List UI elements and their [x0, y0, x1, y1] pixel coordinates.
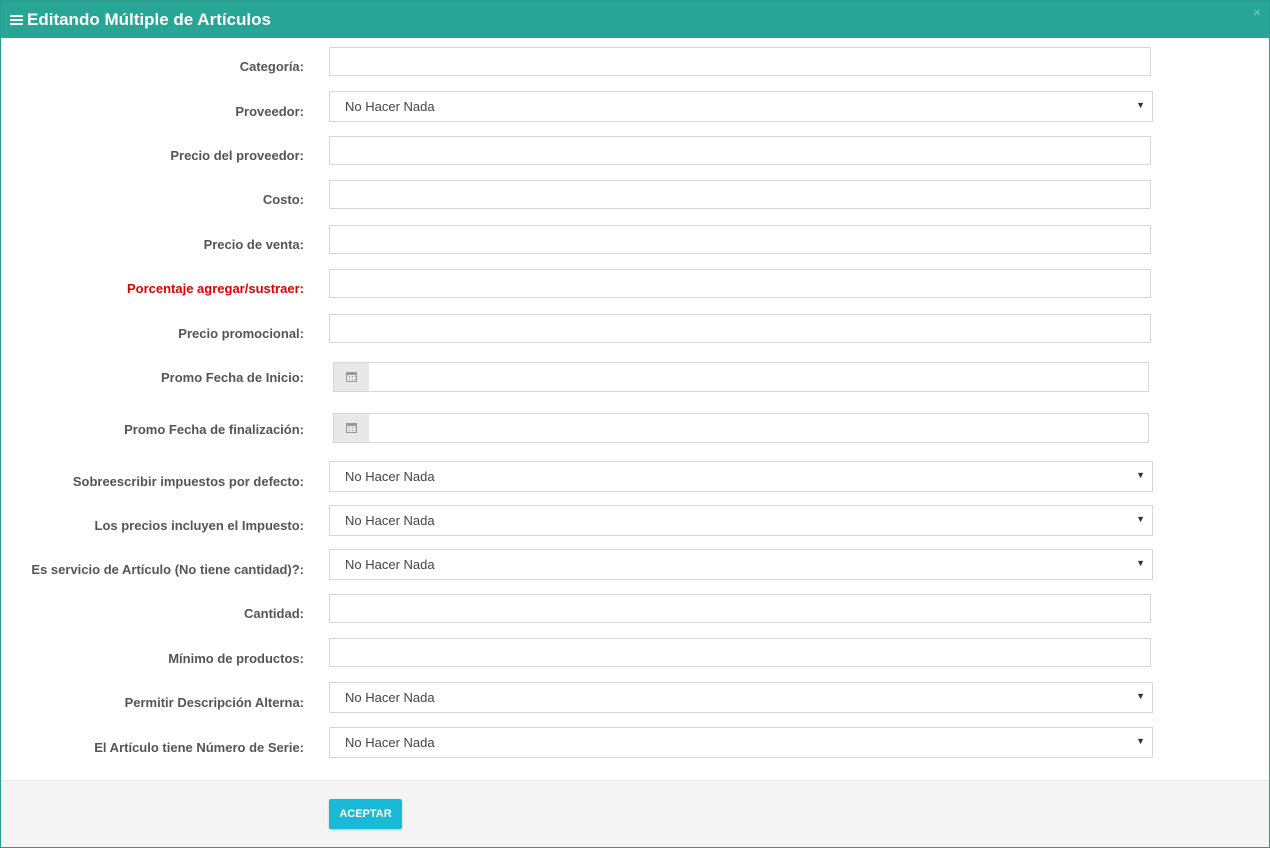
- categoria-label: Categoría:: [239, 59, 304, 74]
- precio-promocional-label: Precio promocional:: [178, 326, 304, 341]
- caret-down-icon: ▼: [1136, 100, 1145, 110]
- promo-fin-input[interactable]: [369, 414, 1148, 442]
- proveedor-select[interactable]: No Hacer Nada ▼: [329, 91, 1153, 122]
- caret-down-icon: ▼: [1136, 736, 1145, 746]
- modal-footer: ACEPTAR: [1, 780, 1269, 847]
- promo-inicio-calendar-button[interactable]: [334, 363, 369, 391]
- minimo-productos-input[interactable]: [329, 638, 1151, 667]
- precios-incluyen-impuesto-label: Los precios incluyen el Impuesto:: [94, 518, 305, 533]
- cantidad-label: Cantidad:: [244, 606, 304, 621]
- proveedor-label: Proveedor:: [235, 104, 304, 119]
- promo-fin-date-group: [333, 413, 1149, 443]
- costo-label: Costo:: [262, 192, 304, 207]
- precio-venta-input[interactable]: [329, 225, 1151, 254]
- promo-inicio-label: Promo Fecha de Inicio:: [160, 370, 304, 385]
- proveedor-select-value: No Hacer Nada: [345, 99, 435, 114]
- sobreescribir-impuestos-value: No Hacer Nada: [345, 469, 435, 484]
- edit-multiple-items-modal: Editando Múltiple de Artículos × Categor…: [0, 0, 1270, 848]
- sobreescribir-impuestos-label: Sobreescribir impuestos por defecto:: [72, 474, 304, 489]
- precios-incluyen-impuesto-value: No Hacer Nada: [345, 513, 435, 528]
- sobreescribir-impuestos-select[interactable]: No Hacer Nada ▼: [329, 461, 1153, 492]
- bars-icon: [10, 13, 23, 27]
- precio-proveedor-input[interactable]: [329, 136, 1151, 165]
- caret-down-icon: ▼: [1136, 470, 1145, 480]
- descripcion-alterna-label: Permitir Descripción Alterna:: [124, 695, 304, 710]
- caret-down-icon: ▼: [1136, 514, 1145, 524]
- promo-fin-label: Promo Fecha de finalización:: [124, 422, 304, 437]
- numero-serie-value: No Hacer Nada: [345, 735, 435, 750]
- es-servicio-label: Es servicio de Artículo (No tiene cantid…: [31, 562, 304, 577]
- precios-incluyen-impuesto-select[interactable]: No Hacer Nada ▼: [329, 505, 1153, 536]
- accept-button[interactable]: ACEPTAR: [329, 799, 402, 829]
- calendar-icon: [346, 423, 357, 433]
- categoria-input[interactable]: [329, 47, 1151, 76]
- precio-proveedor-label: Precio del proveedor:: [170, 148, 304, 163]
- descripcion-alterna-select[interactable]: No Hacer Nada ▼: [329, 682, 1153, 713]
- es-servicio-select[interactable]: No Hacer Nada ▼: [329, 549, 1153, 580]
- descripcion-alterna-value: No Hacer Nada: [345, 690, 435, 705]
- promo-inicio-date-group: [333, 362, 1149, 392]
- cantidad-input[interactable]: [329, 594, 1151, 623]
- porcentaje-label: Porcentaje agregar/sustraer:: [126, 281, 304, 296]
- promo-fin-calendar-button[interactable]: [334, 414, 369, 442]
- close-icon[interactable]: ×: [1253, 5, 1261, 19]
- promo-inicio-input[interactable]: [369, 363, 1148, 391]
- numero-serie-select[interactable]: No Hacer Nada ▼: [329, 727, 1153, 758]
- porcentaje-input[interactable]: [329, 269, 1151, 298]
- numero-serie-label: El Artículo tiene Número de Serie:: [94, 740, 304, 755]
- precio-venta-label: Precio de venta:: [203, 237, 304, 252]
- caret-down-icon: ▼: [1136, 691, 1145, 701]
- modal-header: Editando Múltiple de Artículos ×: [1, 1, 1269, 38]
- caret-down-icon: ▼: [1136, 558, 1145, 568]
- form-body: Categoría: Proveedor: No Hacer Nada ▼ Pr…: [1, 38, 1269, 780]
- precio-promocional-input[interactable]: [329, 314, 1151, 343]
- minimo-productos-label: Mínimo de productos:: [168, 651, 304, 666]
- es-servicio-value: No Hacer Nada: [345, 557, 435, 572]
- modal-title: Editando Múltiple de Artículos: [27, 9, 271, 29]
- costo-input[interactable]: [329, 180, 1151, 209]
- calendar-icon: [346, 372, 357, 382]
